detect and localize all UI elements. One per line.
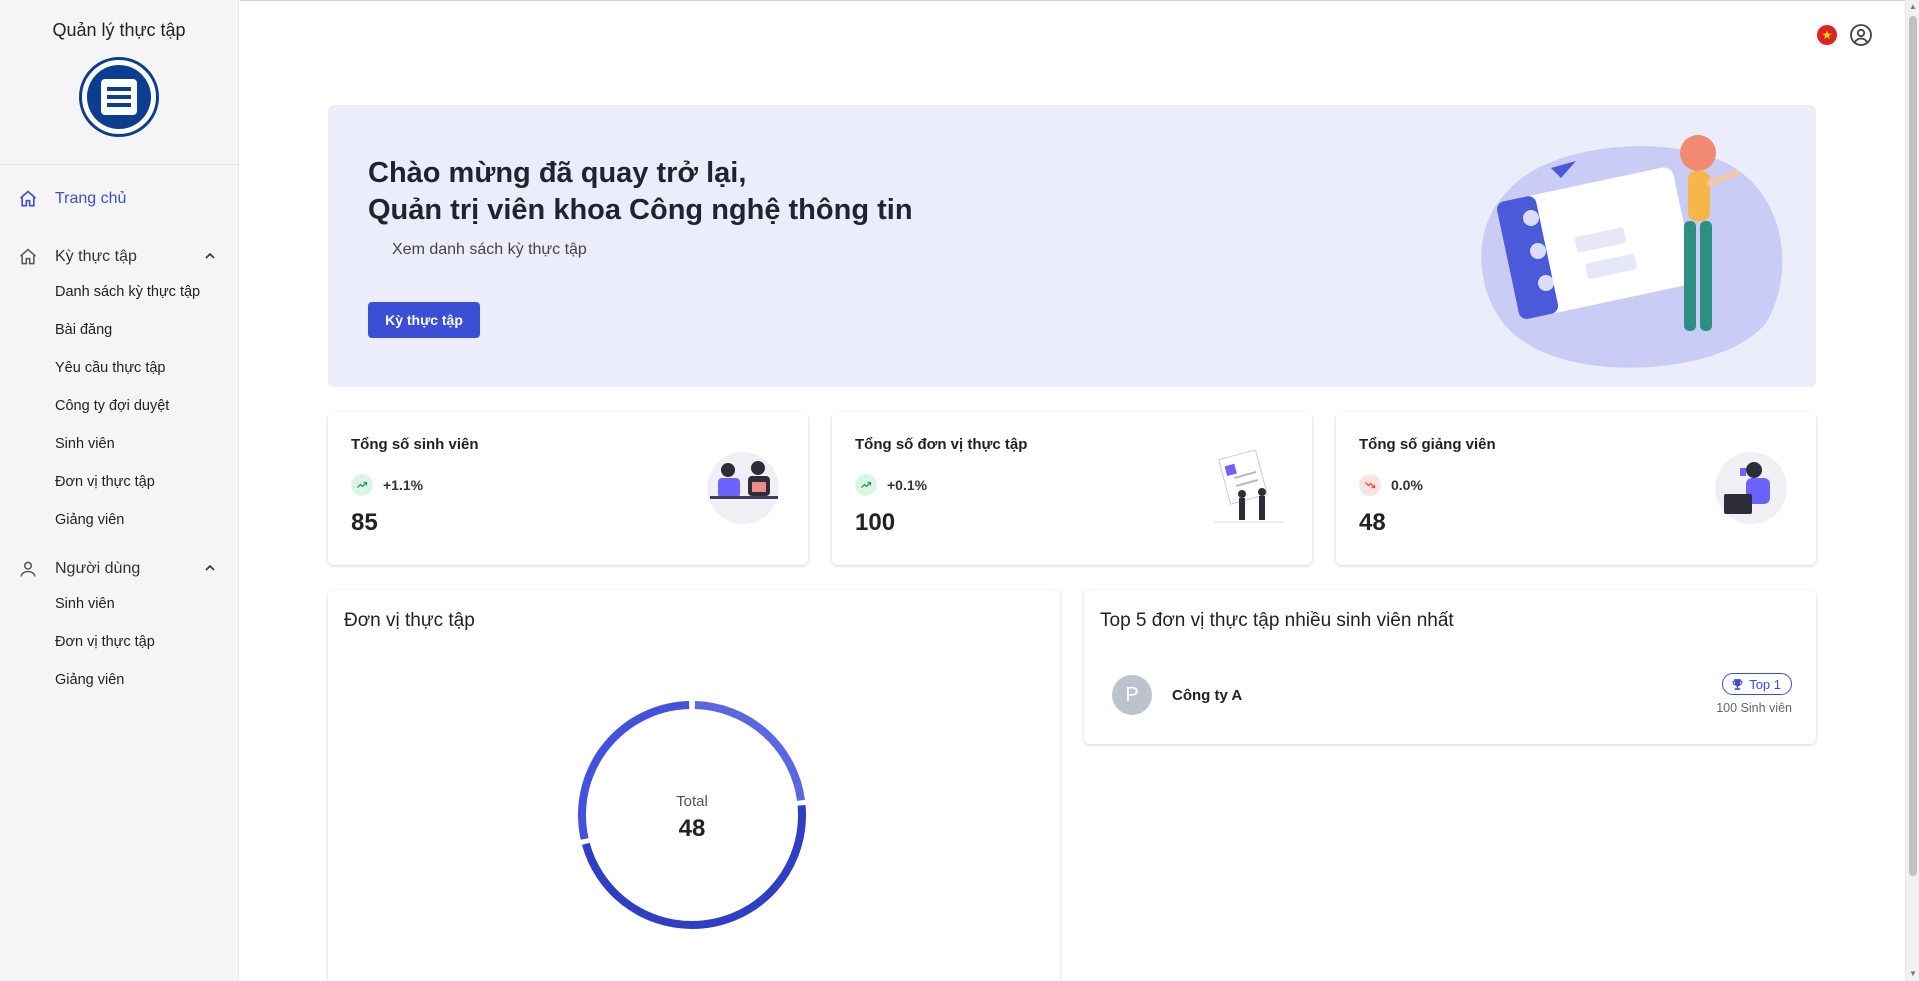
- welcome-line-1: Chào mừng đã quay trở lại,: [368, 157, 747, 189]
- stat-trend: +0.1%: [855, 474, 927, 496]
- sidebar: Quản lý thực tập Trang chủ Kỳ thực tập D…: [0, 0, 239, 981]
- welcome-line-2: Quản trị viên khoa Công nghệ thông tin: [368, 194, 913, 226]
- company-name: Công ty A: [1172, 687, 1243, 704]
- internship-units-chart-card: Đơn vị thực tập Total 48: [328, 590, 1060, 981]
- sidebar-section-users[interactable]: Người dùng: [0, 553, 238, 585]
- sidebar-section-internship-terms[interactable]: Kỳ thực tập: [0, 241, 238, 273]
- stat-card-students: Tổng số sinh viên +1.1% 85: [328, 412, 808, 565]
- vietnam-flag-icon[interactable]: ★: [1817, 25, 1837, 45]
- top-bar: ★: [240, 0, 1905, 66]
- scroll-down-arrow-icon[interactable]: ▼: [1908, 969, 1918, 979]
- sidebar-item-user-lecturers[interactable]: Giảng viên: [55, 661, 238, 699]
- welcome-illustration: [1481, 135, 1783, 368]
- sidebar-item-posts[interactable]: Bài đăng: [55, 311, 238, 349]
- stat-title: Tổng số đơn vị thực tập: [855, 436, 1028, 453]
- internship-term-button[interactable]: Kỳ thực tập: [368, 302, 480, 338]
- stat-card-lecturers: Tổng số giảng viên 0.0% 48: [1336, 412, 1816, 565]
- scroll-thumb[interactable]: [1909, 16, 1917, 876]
- top-units-card: Top 5 đơn vị thực tập nhiều sinh viên nh…: [1084, 590, 1816, 744]
- trending-up-icon: [855, 474, 877, 496]
- stat-trend: +1.1%: [351, 474, 423, 496]
- chevron-up-icon[interactable]: [202, 560, 218, 581]
- welcome-heading: Chào mừng đã quay trở lại, Quản trị viên…: [368, 155, 913, 229]
- stat-trend-value: 0.0%: [1391, 477, 1423, 493]
- sidebar-item-term-list[interactable]: Danh sách kỳ thực tập: [55, 273, 238, 311]
- student-count: 100 Sinh viên: [1716, 701, 1792, 715]
- sidebar-item-user-students[interactable]: Sinh viên: [55, 585, 238, 623]
- stat-trend: 0.0%: [1359, 474, 1423, 496]
- top-units-title: Top 5 đơn vị thực tập nhiều sinh viên nh…: [1100, 610, 1454, 631]
- app-title: Quản lý thực tập: [52, 20, 186, 40]
- sidebar-section-label: Người dùng: [55, 560, 141, 577]
- trophy-icon: [1731, 678, 1744, 691]
- page-scrollbar[interactable]: ▲ ▼: [1905, 0, 1919, 981]
- sidebar-nav: Trang chủ Kỳ thực tập Danh sách kỳ thực …: [0, 165, 238, 699]
- university-logo: [79, 57, 159, 137]
- user-icon: [18, 559, 38, 579]
- stat-title: Tổng số sinh viên: [351, 436, 479, 453]
- brand: Quản lý thực tập: [0, 0, 238, 165]
- users-submenu: Sinh viên Đơn vị thực tập Giảng viên: [0, 585, 238, 699]
- sidebar-item-home[interactable]: Trang chủ: [0, 183, 238, 215]
- stat-trend-value: +1.1%: [383, 477, 424, 493]
- stat-title: Tổng số giảng viên: [1359, 436, 1496, 453]
- sidebar-item-user-units[interactable]: Đơn vị thực tập: [55, 623, 238, 661]
- sidebar-item-units[interactable]: Đơn vị thực tập: [55, 463, 238, 501]
- trending-down-icon: [1359, 474, 1381, 496]
- donut-total-label: Total: [676, 793, 708, 810]
- stat-card-units: Tổng số đơn vị thực tập +0.1% 100: [832, 412, 1312, 565]
- chevron-up-icon[interactable]: [202, 248, 218, 269]
- sidebar-item-requests[interactable]: Yêu cầu thực tập: [55, 349, 238, 387]
- home-outline-icon: [18, 247, 38, 267]
- home-icon: [18, 189, 38, 209]
- account-circle-icon[interactable]: [1849, 23, 1873, 47]
- sidebar-item-label: Trang chủ: [55, 190, 127, 207]
- scroll-up-arrow-icon[interactable]: ▲: [1908, 2, 1918, 12]
- donut-total-value: 48: [678, 815, 706, 842]
- avatar: P: [1112, 675, 1152, 715]
- stat-value: 100: [855, 509, 896, 536]
- sidebar-item-lecturers[interactable]: Giảng viên: [55, 501, 238, 539]
- internship-submenu: Danh sách kỳ thực tập Bài đăng Yêu cầu t…: [0, 273, 238, 539]
- welcome-subtitle: Xem danh sách kỳ thực tập: [392, 241, 587, 258]
- rank-badge: Top 1: [1722, 673, 1792, 695]
- handshake-illustration: [1214, 450, 1284, 523]
- stat-value: 48: [1359, 509, 1386, 536]
- chart-title: Đơn vị thực tập: [344, 610, 475, 631]
- stat-value: 85: [351, 509, 378, 536]
- sidebar-section-label: Kỳ thực tập: [55, 248, 137, 265]
- welcome-banner: Chào mừng đã quay trở lại, Quản trị viên…: [328, 105, 1816, 387]
- lecturer-illustration: [1715, 452, 1787, 524]
- donut-chart: Total 48: [572, 695, 812, 935]
- students-illustration: [707, 452, 779, 524]
- stat-trend-value: +0.1%: [887, 477, 928, 493]
- list-item[interactable]: P Công ty A Top 1 100 Sinh viên: [1112, 673, 1792, 719]
- rank-badge-label: Top 1: [1749, 676, 1781, 692]
- trending-up-icon: [351, 474, 373, 496]
- sidebar-item-pending-companies[interactable]: Công ty đợi duyệt: [55, 387, 238, 425]
- sidebar-item-students[interactable]: Sinh viên: [55, 425, 238, 463]
